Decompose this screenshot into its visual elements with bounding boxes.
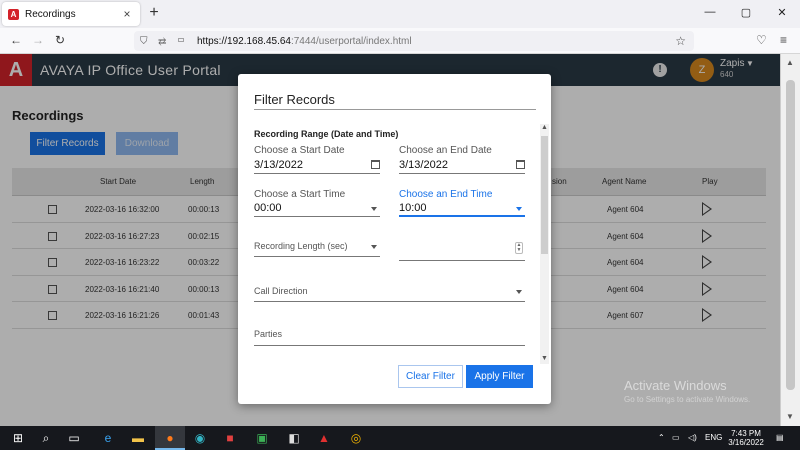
recording-length-input[interactable]: ▲ ▼ — [399, 242, 525, 261]
chevron-down-icon — [516, 290, 522, 294]
task-view-icon[interactable]: ▭ — [66, 430, 82, 446]
reload-icon[interactable]: ↻ — [52, 33, 68, 47]
page-scrollbar[interactable]: ▲ ▼ — [780, 54, 800, 426]
address-bar[interactable]: ⛉ ⇄ ▭ https://192.168.45.64:7444/userpor… — [134, 31, 694, 51]
windows-taskbar: ⊞ ⌕ ▭ e ▬ ● ◉ ■ ▣ ◧ ▲ ◎ ⌃ ▭ ◁) ENG 7:43 … — [0, 426, 800, 450]
dialog-title: Filter Records — [254, 92, 335, 107]
end-date-value: 3/13/2022 — [399, 159, 448, 171]
end-date-field[interactable]: 3/13/2022 — [399, 159, 525, 174]
explorer-icon[interactable]: ▬ — [130, 430, 146, 446]
volume-icon[interactable]: ◁) — [688, 433, 697, 442]
scroll-up-icon[interactable]: ▲ — [786, 58, 794, 67]
scroll-down-icon[interactable]: ▼ — [541, 355, 548, 362]
browser-nav-bar: ← → ↻ ⛉ ⇄ ▭ https://192.168.45.64:7444/u… — [0, 28, 800, 54]
search-icon[interactable]: ⌕ — [38, 430, 54, 446]
number-spinner-icon[interactable]: ▲ ▼ — [515, 242, 523, 254]
forward-icon[interactable]: → — [30, 33, 46, 47]
edge-icon[interactable]: ◉ — [192, 430, 208, 446]
maximize-button[interactable]: ▢ — [736, 6, 756, 19]
star-icon[interactable]: ☆ — [675, 34, 686, 48]
start-date-value: 3/13/2022 — [254, 159, 303, 171]
activation-watermark: Activate Windows — [624, 378, 727, 393]
clear-filter-button[interactable]: Clear Filter — [398, 365, 463, 388]
apply-filter-button[interactable]: Apply Filter — [466, 365, 533, 388]
chevron-down-icon — [371, 207, 377, 211]
calendar-icon[interactable] — [371, 160, 380, 169]
app-icon-red[interactable]: ■ — [222, 430, 238, 446]
excel-icon[interactable]: ▣ — [254, 430, 270, 446]
end-time-label: Choose an End Time — [399, 189, 493, 200]
clock-date: 3/16/2022 — [728, 438, 764, 447]
dialog-scroll-thumb[interactable] — [541, 136, 548, 254]
avaya-app-icon[interactable]: ▲ — [316, 430, 332, 446]
shield-icon[interactable]: ⛉ ⇄ ▭ — [140, 36, 189, 47]
section-heading: Recording Range (Date and Time) — [254, 129, 399, 139]
tab-close-icon[interactable]: × — [120, 7, 134, 21]
parties-label: Parties — [254, 329, 283, 339]
firefox-icon[interactable]: ● — [162, 430, 178, 446]
end-date-label: Choose an End Date — [399, 145, 492, 156]
start-date-field[interactable]: 3/13/2022 — [254, 159, 380, 174]
network-icon[interactable]: ▭ — [672, 433, 680, 442]
chevron-down-icon — [371, 245, 377, 249]
scroll-thumb[interactable] — [786, 80, 795, 390]
activation-watermark-sub: Go to Settings to activate Windows. — [624, 395, 751, 404]
windows-icon[interactable]: ⊞ — [10, 430, 26, 446]
system-clock[interactable]: 7:43 PM 3/16/2022 — [728, 429, 764, 447]
start-date-label: Choose a Start Date — [254, 145, 345, 156]
browser-tab-bar: A Recordings × + — ▢ ✕ — [0, 0, 800, 28]
dialog-divider — [254, 109, 536, 110]
call-direction-select[interactable]: Call Direction — [254, 285, 525, 302]
parties-field[interactable]: Parties — [254, 328, 525, 346]
dialog-scrollbar[interactable]: ▲ ▼ — [540, 124, 549, 364]
back-icon[interactable]: ← — [8, 33, 24, 47]
scroll-down-icon[interactable]: ▼ — [786, 412, 794, 421]
chrome-icon[interactable]: ◎ — [348, 430, 364, 446]
clock-time: 7:43 PM — [731, 429, 761, 438]
app-icon[interactable]: ◧ — [286, 430, 302, 446]
recording-length-label: Recording Length (sec) — [254, 241, 348, 251]
browser-tab[interactable]: A Recordings × — [2, 2, 140, 26]
menu-icon[interactable]: ≡ — [780, 33, 787, 47]
scroll-up-icon[interactable]: ▲ — [541, 124, 548, 131]
recording-length-select[interactable]: Recording Length (sec) — [254, 240, 380, 257]
close-window-button[interactable]: ✕ — [772, 6, 792, 19]
new-tab-button[interactable]: + — [146, 4, 162, 22]
notification-icon[interactable]: ▤ — [776, 433, 784, 442]
call-direction-label: Call Direction — [254, 286, 308, 296]
start-time-value: 00:00 — [254, 202, 282, 214]
avaya-favicon-icon: A — [8, 8, 19, 20]
language-indicator[interactable]: ENG — [705, 433, 722, 442]
end-time-select[interactable]: 10:00 — [399, 202, 525, 217]
filter-records-dialog: Filter Records Recording Range (Date and… — [238, 74, 551, 404]
chevron-down-icon — [516, 207, 522, 211]
start-time-select[interactable]: 00:00 — [254, 202, 380, 217]
start-time-label: Choose a Start Time — [254, 189, 346, 200]
calendar-icon[interactable] — [516, 160, 525, 169]
end-time-value: 10:00 — [399, 202, 427, 214]
edge-legacy-icon[interactable]: e — [100, 430, 116, 446]
minimize-button[interactable]: — — [700, 6, 720, 18]
tab-title: Recordings — [25, 8, 76, 20]
pocket-icon[interactable]: ♡ — [756, 33, 767, 47]
url-text: https://192.168.45.64:7444/userportal/in… — [197, 35, 412, 47]
tray-chevron-icon[interactable]: ⌃ — [658, 433, 665, 442]
